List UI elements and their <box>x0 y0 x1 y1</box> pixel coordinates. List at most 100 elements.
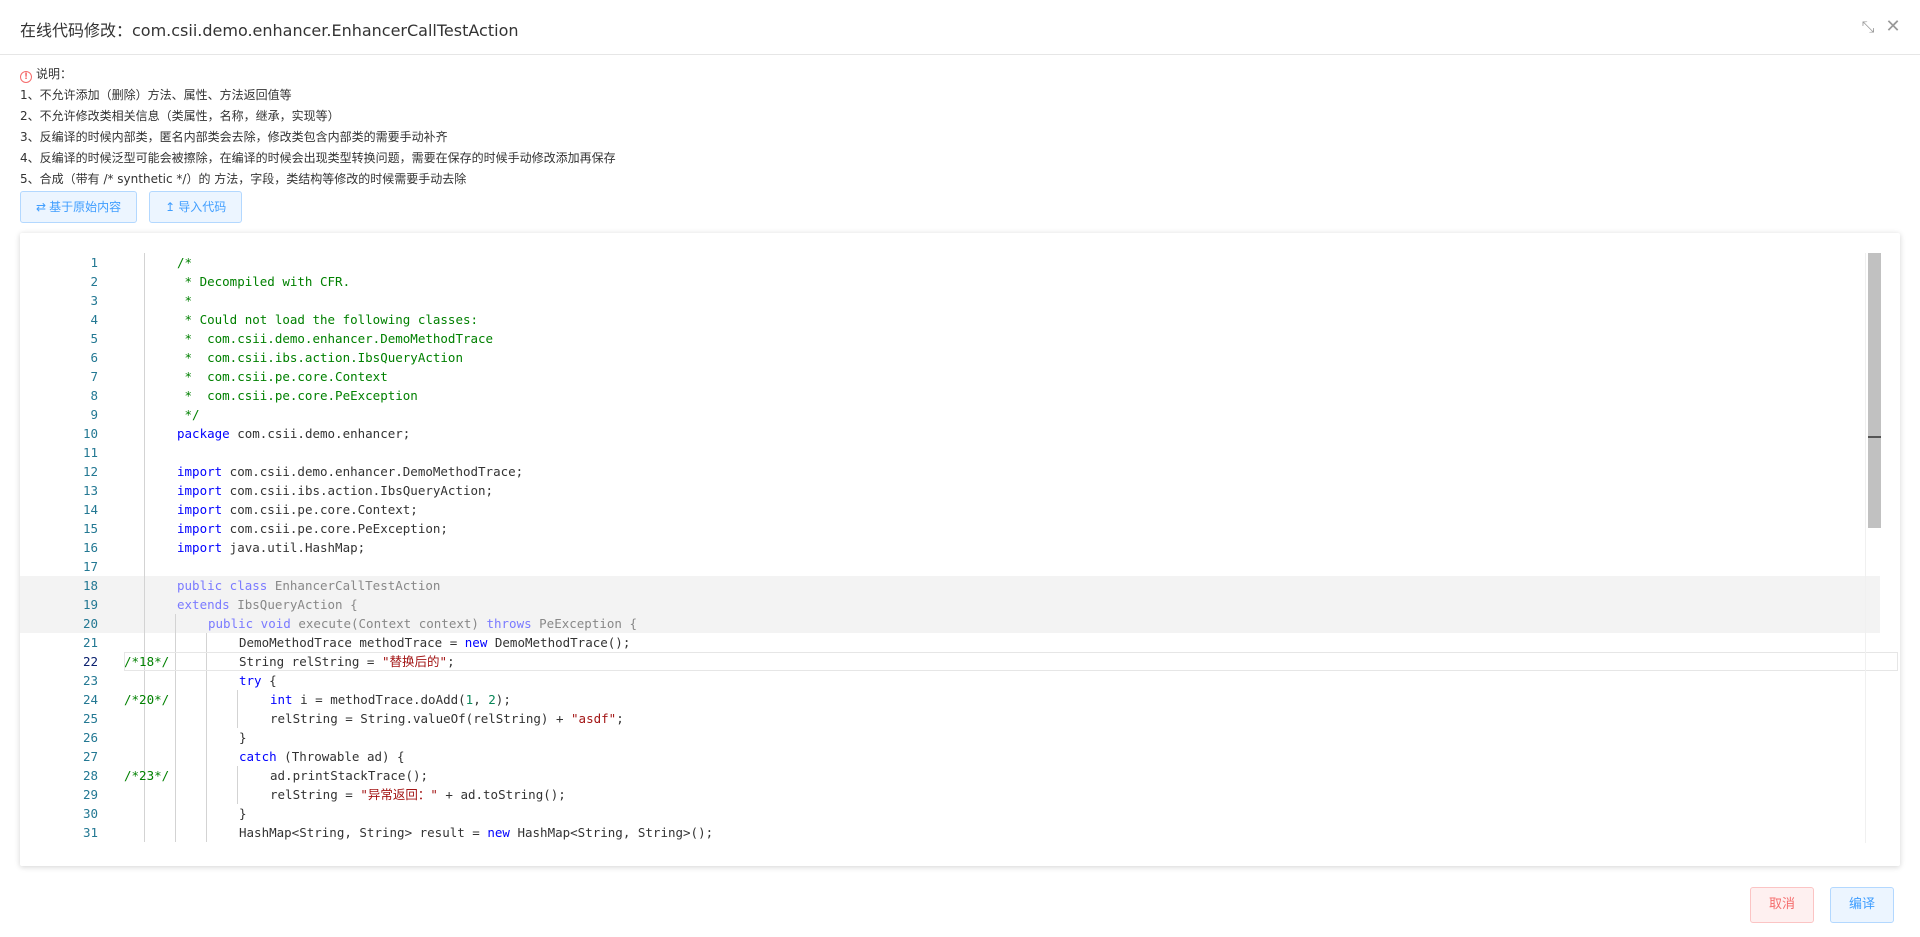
code-text: * Decompiled with CFR. <box>177 274 351 289</box>
line-number: 11 <box>82 445 98 460</box>
line-number: 9 <box>90 407 98 422</box>
indent-guide <box>144 291 145 310</box>
indent-guide <box>206 633 207 652</box>
code-line[interactable]: 8 * com.csii.pe.core.PeException <box>20 386 1880 405</box>
code-text: import com.csii.demo.enhancer.DemoMethod… <box>177 464 524 479</box>
code-text: import java.util.HashMap; <box>177 540 366 555</box>
code-editor[interactable]: 1/* 2 * Decompiled with CFR. 3 * 4 * Could … <box>20 253 1900 848</box>
code-line[interactable]: 22 /*18*/ String relString = "替换后的"; <box>20 652 1880 671</box>
code-line[interactable]: 27 catch (Throwable ad) { <box>20 747 1880 766</box>
code-text: relString = String.valueOf(relString) + … <box>270 711 624 726</box>
editor-scroll-thumb[interactable] <box>1868 253 1881 528</box>
code-line[interactable]: 5 * com.csii.demo.enhancer.DemoMethodTra… <box>20 329 1880 348</box>
indent-guide <box>237 785 238 804</box>
code-text: * <box>177 293 193 308</box>
code-line[interactable]: 21 DemoMethodTrace methodTrace = new Demo… <box>20 633 1880 652</box>
code-line[interactable]: 30} <box>20 804 1880 823</box>
source-line-comment: /*20*/ <box>124 692 170 707</box>
toolbar: ⇄ 基于原始内容 ↥ 导入代码 <box>20 191 249 223</box>
code-text: * Could not load the following classes: <box>177 312 479 327</box>
code-line[interactable]: 29 relString = "异常返回：" + ad.toString(); <box>20 785 1880 804</box>
indent-guide <box>206 823 207 842</box>
editor-scrollbar[interactable] <box>1865 253 1881 843</box>
code-line[interactable]: 15 import com.csii.pe.core.PeException; <box>20 519 1880 538</box>
code-line[interactable]: 6 * com.csii.ibs.action.IbsQueryAction <box>20 348 1880 367</box>
indent-guide <box>144 367 145 386</box>
line-number: 10 <box>82 426 98 441</box>
indent-guide <box>144 310 145 329</box>
line-number: 4 <box>90 312 98 327</box>
line-number: 28 <box>82 768 98 783</box>
code-line[interactable]: 25 relString = String.valueOf(relString) … <box>20 709 1880 728</box>
indent-guide <box>144 576 145 595</box>
line-number: 3 <box>90 293 98 308</box>
upload-icon: ↥ <box>165 200 176 214</box>
import-code-button[interactable]: ↥ 导入代码 <box>149 191 243 223</box>
line-number: 15 <box>82 521 98 536</box>
code-line[interactable]: 3 * <box>20 291 1880 310</box>
source-line-comment: /*18*/ <box>124 654 170 669</box>
code-line[interactable]: 10 package com.csii.demo.enhancer; <box>20 424 1880 443</box>
code-text: HashMap<String, String> result = new Has… <box>239 825 714 840</box>
close-icon[interactable]: ✕ <box>1884 18 1902 36</box>
indent-guide <box>144 424 145 443</box>
note-line-1: 1、不允许添加（删除）方法、属性、方法返回值等 <box>20 88 292 102</box>
note-line-3: 3、反编译的时候内部类，匿名内部类会去除，修改类包含内部类的需要手动补齐 <box>20 130 448 144</box>
indent-guide <box>206 690 207 709</box>
indent-guide <box>144 481 145 500</box>
indent-guide <box>206 785 207 804</box>
line-number: 19 <box>82 597 98 612</box>
code-line[interactable]: 13 import com.csii.ibs.action.IbsQueryAct… <box>20 481 1880 500</box>
indent-guide <box>175 785 176 804</box>
indent-guide <box>144 500 145 519</box>
source-line-comment: /*23*/ <box>124 768 170 783</box>
code-line[interactable]: 16 import java.util.HashMap; <box>20 538 1880 557</box>
code-line[interactable]: 4 * Could not load the following classes… <box>20 310 1880 329</box>
line-number: 26 <box>82 730 98 745</box>
compile-button[interactable]: 编译 <box>1830 887 1895 923</box>
code-line[interactable]: 14 import com.csii.pe.core.Context; <box>20 500 1880 519</box>
code-line[interactable]: 31 HashMap<String, String> result = new H… <box>20 823 1880 842</box>
indent-guide <box>206 804 207 823</box>
code-line[interactable]: 7 * com.csii.pe.core.Context <box>20 367 1880 386</box>
indent-guide <box>175 728 176 747</box>
indent-guide <box>144 443 145 462</box>
cancel-button[interactable]: 取消 <box>1750 887 1815 923</box>
note-line-4: 4、反编译的时候泛型可能会被擦除，在编译的时候会出现类型转换问题，需要在保存的时… <box>20 151 616 165</box>
indent-guide <box>144 557 145 576</box>
code-line[interactable]: 24 /*20*/ int i = methodTrace.doAdd(1, 2); <box>20 690 1880 709</box>
based-on-original-button[interactable]: ⇄ 基于原始内容 <box>20 191 138 223</box>
line-number: 2 <box>90 274 98 289</box>
code-line[interactable]: 19 extends IbsQueryAction { <box>20 595 1880 614</box>
indent-guide <box>206 652 207 671</box>
indent-guide <box>144 462 145 481</box>
code-line[interactable]: 9 */ <box>20 405 1880 424</box>
code-line[interactable]: 1 /* <box>20 253 1880 272</box>
indent-guide <box>144 633 145 652</box>
code-text: DemoMethodTrace methodTrace = new DemoMe… <box>239 635 631 650</box>
code-line[interactable]: 26} <box>20 728 1880 747</box>
code-line[interactable]: 11 <box>20 443 1880 462</box>
code-text: * com.csii.ibs.action.IbsQueryAction <box>177 350 463 365</box>
code-line[interactable]: 23 try { <box>20 671 1880 690</box>
indent-guide <box>144 253 145 272</box>
indent-guide <box>144 671 145 690</box>
line-number: 16 <box>82 540 98 555</box>
code-line[interactable]: 17 <box>20 557 1880 576</box>
line-number: 5 <box>90 331 98 346</box>
code-line[interactable]: 12 import com.csii.demo.enhancer.DemoMeth… <box>20 462 1880 481</box>
indent-guide <box>144 823 145 842</box>
code-text: public class EnhancerCallTestAction <box>177 578 441 593</box>
code-text: import com.csii.pe.core.Context; <box>177 502 418 517</box>
indent-guide <box>175 709 176 728</box>
indent-guide <box>237 690 238 709</box>
shrink-icon[interactable]: ⤡ <box>1859 18 1877 36</box>
code-line[interactable]: 2 * Decompiled with CFR. <box>20 272 1880 291</box>
code-line[interactable]: 18 public class EnhancerCallTestAction <box>20 576 1880 595</box>
indent-guide <box>144 329 145 348</box>
note-line-5: 5、合成（带有 /* synthetic */）的 方法，字段，类结构等修改的时… <box>20 172 467 186</box>
code-text: catch (Throwable ad) { <box>239 749 405 764</box>
code-line[interactable]: 20 public void execute(Context context) t… <box>20 614 1880 633</box>
code-line[interactable]: 28 /*23*/ ad.printStackTrace(); <box>20 766 1880 785</box>
line-number: 6 <box>90 350 98 365</box>
